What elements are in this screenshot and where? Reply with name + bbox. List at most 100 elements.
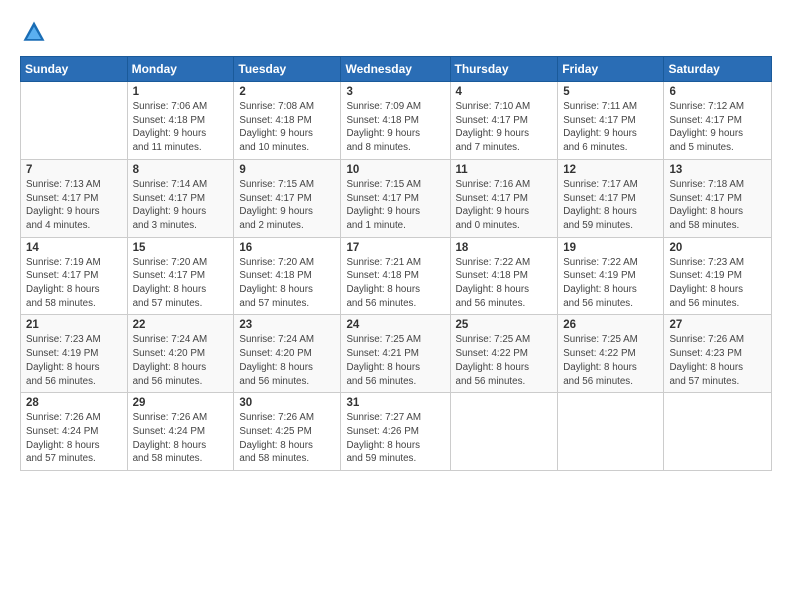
day-info: Sunrise: 7:14 AMSunset: 4:17 PMDaylight:… [133, 178, 229, 233]
day-info: Sunrise: 7:13 AMSunset: 4:17 PMDaylight:… [26, 178, 122, 233]
day-number: 7 [26, 164, 122, 176]
day-number: 25 [456, 319, 553, 331]
day-info: Sunrise: 7:25 AMSunset: 4:21 PMDaylight:… [346, 333, 444, 388]
calendar-cell-w3d4: 17Sunrise: 7:21 AMSunset: 4:18 PMDayligh… [341, 237, 450, 315]
calendar-cell-w1d7: 6 Sunrise: 7:12 AMSunset: 4:17 PMDaylight… [664, 82, 772, 160]
day-info: Sunrise: 7:24 AMSunset: 4:20 PMDaylight:… [133, 333, 229, 388]
day-info: Sunrise: 7:15 AMSunset: 4:17 PMDaylight:… [346, 178, 444, 233]
calendar-cell-w3d6: 19 Sunrise: 7:22 AMSunset: 4:19 PMDayligh… [558, 237, 664, 315]
day-info: Sunrise: 7:16 AMSunset: 4:17 PMDaylight:… [456, 178, 553, 233]
calendar-cell-w2d1: 7 Sunrise: 7:13 AMSunset: 4:17 PMDaylight… [21, 159, 128, 237]
calendar-week-4: 21 Sunrise: 7:23 AMSunset: 4:19 PMDayligh… [21, 315, 772, 393]
day-info: Sunrise: 7:06 AMSunset: 4:18 PMDaylight:… [133, 100, 229, 155]
day-info: Sunrise: 7:20 AMSunset: 4:17 PMDaylight:… [133, 256, 229, 311]
day-info: Sunrise: 7:21 AMSunset: 4:18 PMDaylight:… [346, 256, 444, 311]
day-info: Sunrise: 7:17 AMSunset: 4:17 PMDaylight:… [563, 178, 658, 233]
day-info: Sunrise: 7:08 AMSunset: 4:18 PMDaylight:… [239, 100, 335, 155]
logo-icon [20, 18, 48, 46]
day-number: 8 [133, 164, 229, 176]
day-number: 16 [239, 242, 335, 254]
day-number: 30 [239, 397, 335, 409]
day-info: Sunrise: 7:22 AMSunset: 4:18 PMDaylight:… [456, 256, 553, 311]
day-info: Sunrise: 7:20 AMSunset: 4:18 PMDaylight:… [239, 256, 335, 311]
day-info: Sunrise: 7:24 AMSunset: 4:20 PMDaylight:… [239, 333, 335, 388]
page: SundayMondayTuesdayWednesdayThursdayFrid… [0, 0, 792, 612]
calendar-cell-w4d4: 24 Sunrise: 7:25 AMSunset: 4:21 PMDayligh… [341, 315, 450, 393]
calendar-cell-w4d1: 21 Sunrise: 7:23 AMSunset: 4:19 PMDayligh… [21, 315, 128, 393]
calendar-cell-w2d6: 12 Sunrise: 7:17 AMSunset: 4:17 PMDayligh… [558, 159, 664, 237]
calendar-week-3: 14Sunrise: 7:19 AMSunset: 4:17 PMDayligh… [21, 237, 772, 315]
day-info: Sunrise: 7:26 AMSunset: 4:24 PMDaylight:… [133, 411, 229, 466]
calendar-cell-w5d2: 29 Sunrise: 7:26 AMSunset: 4:24 PMDayligh… [127, 393, 234, 471]
day-number: 10 [346, 164, 444, 176]
day-number: 23 [239, 319, 335, 331]
day-info: Sunrise: 7:26 AMSunset: 4:23 PMDaylight:… [669, 333, 766, 388]
day-number: 19 [563, 242, 658, 254]
day-info: Sunrise: 7:10 AMSunset: 4:17 PMDaylight:… [456, 100, 553, 155]
day-info: Sunrise: 7:15 AMSunset: 4:17 PMDaylight:… [239, 178, 335, 233]
day-number: 3 [346, 86, 444, 98]
calendar-cell-w2d7: 13Sunrise: 7:18 AMSunset: 4:17 PMDayligh… [664, 159, 772, 237]
calendar-cell-w3d5: 18 Sunrise: 7:22 AMSunset: 4:18 PMDayligh… [450, 237, 558, 315]
calendar-week-5: 28 Sunrise: 7:26 AMSunset: 4:24 PMDayligh… [21, 393, 772, 471]
day-number: 28 [26, 397, 122, 409]
calendar-cell-w1d6: 5 Sunrise: 7:11 AMSunset: 4:17 PMDaylight… [558, 82, 664, 160]
day-number: 12 [563, 164, 658, 176]
calendar-cell-w5d4: 31 Sunrise: 7:27 AMSunset: 4:26 PMDayligh… [341, 393, 450, 471]
day-info: Sunrise: 7:22 AMSunset: 4:19 PMDaylight:… [563, 256, 658, 311]
calendar-cell-w1d5: 4 Sunrise: 7:10 AMSunset: 4:17 PMDaylight… [450, 82, 558, 160]
day-info: Sunrise: 7:26 AMSunset: 4:25 PMDaylight:… [239, 411, 335, 466]
calendar-cell-w3d3: 16 Sunrise: 7:20 AMSunset: 4:18 PMDayligh… [234, 237, 341, 315]
calendar-cell-w2d5: 11 Sunrise: 7:16 AMSunset: 4:17 PMDayligh… [450, 159, 558, 237]
calendar-cell-w4d3: 23 Sunrise: 7:24 AMSunset: 4:20 PMDayligh… [234, 315, 341, 393]
calendar-cell-w5d5 [450, 393, 558, 471]
logo [20, 18, 52, 46]
calendar-header-thursday: Thursday [450, 57, 558, 82]
day-number: 13 [669, 164, 766, 176]
calendar-header-row: SundayMondayTuesdayWednesdayThursdayFrid… [21, 57, 772, 82]
day-number: 4 [456, 86, 553, 98]
day-number: 31 [346, 397, 444, 409]
calendar-cell-w1d1 [21, 82, 128, 160]
day-number: 1 [133, 86, 229, 98]
calendar-cell-w3d7: 20Sunrise: 7:23 AMSunset: 4:19 PMDayligh… [664, 237, 772, 315]
day-info: Sunrise: 7:25 AMSunset: 4:22 PMDaylight:… [563, 333, 658, 388]
day-number: 27 [669, 319, 766, 331]
calendar-week-1: 1 Sunrise: 7:06 AMSunset: 4:18 PMDaylight… [21, 82, 772, 160]
calendar-header-monday: Monday [127, 57, 234, 82]
day-info: Sunrise: 7:23 AMSunset: 4:19 PMDaylight:… [26, 333, 122, 388]
day-number: 18 [456, 242, 553, 254]
header [20, 18, 772, 46]
calendar-cell-w1d2: 1 Sunrise: 7:06 AMSunset: 4:18 PMDaylight… [127, 82, 234, 160]
day-info: Sunrise: 7:25 AMSunset: 4:22 PMDaylight:… [456, 333, 553, 388]
calendar-cell-w5d3: 30 Sunrise: 7:26 AMSunset: 4:25 PMDayligh… [234, 393, 341, 471]
calendar-cell-w5d6 [558, 393, 664, 471]
day-info: Sunrise: 7:27 AMSunset: 4:26 PMDaylight:… [346, 411, 444, 466]
calendar-cell-w3d2: 15Sunrise: 7:20 AMSunset: 4:17 PMDayligh… [127, 237, 234, 315]
calendar-cell-w4d6: 26 Sunrise: 7:25 AMSunset: 4:22 PMDayligh… [558, 315, 664, 393]
calendar-cell-w4d5: 25 Sunrise: 7:25 AMSunset: 4:22 PMDayligh… [450, 315, 558, 393]
day-info: Sunrise: 7:23 AMSunset: 4:19 PMDaylight:… [669, 256, 766, 311]
day-number: 29 [133, 397, 229, 409]
day-number: 21 [26, 319, 122, 331]
calendar-cell-w3d1: 14Sunrise: 7:19 AMSunset: 4:17 PMDayligh… [21, 237, 128, 315]
day-info: Sunrise: 7:12 AMSunset: 4:17 PMDaylight:… [669, 100, 766, 155]
calendar-cell-w2d3: 9Sunrise: 7:15 AMSunset: 4:17 PMDaylight… [234, 159, 341, 237]
calendar-week-2: 7 Sunrise: 7:13 AMSunset: 4:17 PMDaylight… [21, 159, 772, 237]
calendar-header-tuesday: Tuesday [234, 57, 341, 82]
day-number: 11 [456, 164, 553, 176]
calendar-header-sunday: Sunday [21, 57, 128, 82]
calendar-cell-w5d1: 28 Sunrise: 7:26 AMSunset: 4:24 PMDayligh… [21, 393, 128, 471]
day-number: 22 [133, 319, 229, 331]
day-info: Sunrise: 7:26 AMSunset: 4:24 PMDaylight:… [26, 411, 122, 466]
calendar-cell-w5d7 [664, 393, 772, 471]
day-number: 14 [26, 242, 122, 254]
day-number: 5 [563, 86, 658, 98]
day-number: 24 [346, 319, 444, 331]
calendar-cell-w2d4: 10 Sunrise: 7:15 AMSunset: 4:17 PMDayligh… [341, 159, 450, 237]
day-number: 26 [563, 319, 658, 331]
calendar-header-saturday: Saturday [664, 57, 772, 82]
day-number: 6 [669, 86, 766, 98]
day-info: Sunrise: 7:11 AMSunset: 4:17 PMDaylight:… [563, 100, 658, 155]
calendar-cell-w4d2: 22 Sunrise: 7:24 AMSunset: 4:20 PMDayligh… [127, 315, 234, 393]
